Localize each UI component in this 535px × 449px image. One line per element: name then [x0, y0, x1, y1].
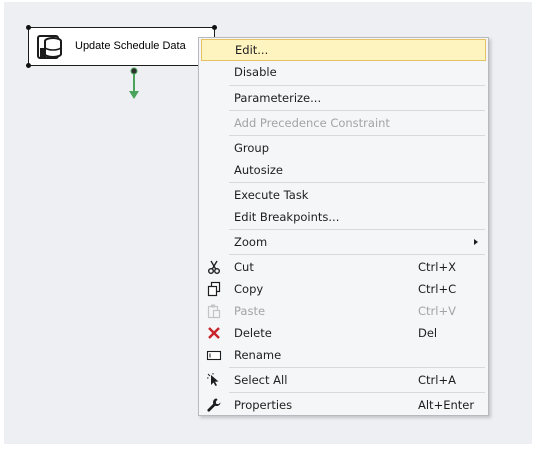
menu-item-label: Add Precedence Constraint [234, 116, 390, 130]
scissors-icon [208, 260, 220, 274]
submenu-arrow-icon [474, 239, 478, 245]
menu-item-cut[interactable]: Cut Ctrl+X [201, 256, 486, 278]
menu-separator [229, 229, 485, 230]
menu-item-shortcut: Ctrl+A [418, 373, 456, 387]
menu-item-label: Disable [234, 65, 277, 79]
menu-item-label: Autosize [234, 163, 283, 177]
menu-item-label: Cut [234, 260, 254, 274]
menu-item-rename[interactable]: Rename [201, 344, 486, 366]
rename-icon [206, 350, 222, 361]
menu-item-zoom[interactable]: Zoom [201, 231, 486, 253]
menu-item-label: Rename [234, 348, 282, 362]
menu-item-label: Copy [234, 282, 264, 296]
task-title: Update Schedule Data [75, 40, 186, 52]
menu-item-label: Execute Task [234, 188, 309, 202]
menu-item-edit[interactable]: Edit... [201, 39, 486, 61]
menu-item-label: Edit... [235, 43, 269, 57]
menu-item-label: Edit Breakpoints... [234, 210, 340, 224]
copy-icon [207, 281, 221, 297]
menu-item-add-precedence-constraint: Add Precedence Constraint [201, 112, 486, 134]
wrench-icon [207, 398, 221, 412]
menu-item-select-all[interactable]: Select All Ctrl+A [201, 369, 486, 391]
menu-item-parameterize[interactable]: Parameterize... [201, 87, 486, 109]
menu-item-label: Select All [234, 373, 288, 387]
menu-item-shortcut: Alt+Enter [418, 398, 475, 412]
menu-item-label: Zoom [234, 235, 268, 249]
sql-task-icon [37, 35, 62, 59]
menu-item-properties[interactable]: Properties Alt+Enter [201, 394, 486, 416]
context-menu: Edit... Disable Parameterize... Add Prec… [198, 37, 489, 416]
menu-item-label: Paste [234, 304, 266, 318]
menu-item-shortcut: Ctrl+V [418, 304, 456, 318]
menu-item-label: Properties [234, 398, 293, 412]
menu-separator [229, 367, 485, 368]
delete-x-icon [208, 327, 220, 339]
menu-item-shortcut: Ctrl+X [418, 260, 456, 274]
menu-separator [229, 135, 485, 136]
select-all-icon [207, 373, 219, 386]
menu-item-label: Group [234, 141, 270, 155]
precedence-connector-handle[interactable] [129, 67, 139, 101]
menu-item-disable[interactable]: Disable [201, 61, 486, 83]
menu-item-execute-task[interactable]: Execute Task [201, 184, 486, 206]
menu-separator [229, 254, 485, 255]
menu-item-label: Parameterize... [234, 91, 322, 105]
menu-separator [229, 85, 485, 86]
menu-item-delete[interactable]: Delete Del [201, 322, 486, 344]
menu-item-shortcut: Ctrl+C [418, 282, 457, 296]
execute-sql-task-box[interactable]: Update Schedule Data [28, 27, 215, 66]
menu-item-autosize[interactable]: Autosize [201, 159, 486, 181]
menu-item-edit-breakpoints[interactable]: Edit Breakpoints... [201, 206, 486, 228]
menu-separator [229, 182, 485, 183]
menu-separator [229, 110, 485, 111]
menu-item-paste: Paste Ctrl+V [201, 300, 486, 322]
paste-icon [207, 304, 221, 319]
menu-item-group[interactable]: Group [201, 137, 486, 159]
resize-handle-top-left[interactable] [26, 25, 31, 30]
menu-item-copy[interactable]: Copy Ctrl+C [201, 278, 486, 300]
resize-handle-bottom-left[interactable] [26, 63, 31, 68]
menu-item-shortcut: Del [418, 326, 438, 340]
resize-handle-top-right[interactable] [212, 25, 217, 30]
menu-item-label: Delete [234, 326, 272, 340]
menu-separator [229, 392, 485, 393]
